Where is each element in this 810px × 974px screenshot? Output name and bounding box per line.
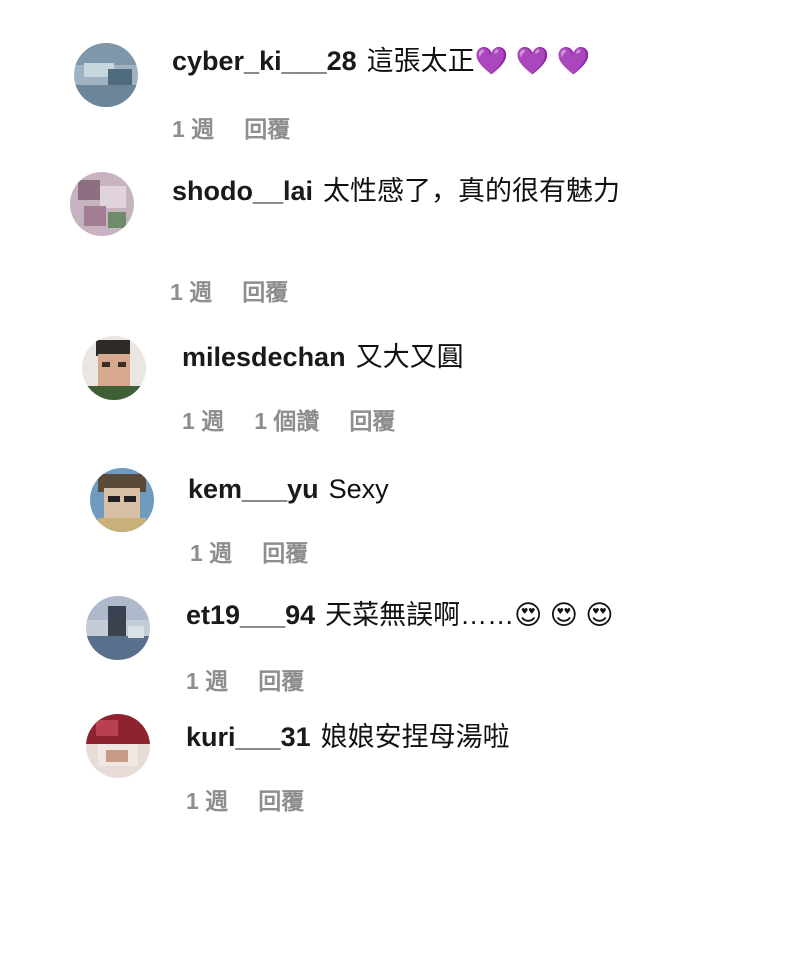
- reply-button[interactable]: 回覆: [262, 540, 308, 566]
- comment-text: 天菜無誤啊……😍 😍 😍: [325, 600, 614, 630]
- comment-meta: 1 週 1 個讚 回覆: [182, 402, 425, 436]
- comment-body: shodo__lai 太性感了，真的很有魅力: [172, 172, 622, 210]
- avatar[interactable]: [86, 596, 150, 660]
- comment-body: cyber_ki___28 這張太正💜 💜 💜: [172, 42, 632, 80]
- comment-time: 1 週: [186, 668, 229, 694]
- comment-meta: 1 週 回覆: [186, 662, 334, 696]
- comment-body: kem___yu Sexy: [188, 470, 648, 508]
- comment-username[interactable]: et19___94: [186, 600, 315, 630]
- reply-button[interactable]: 回覆: [258, 668, 304, 694]
- avatar[interactable]: [90, 468, 154, 532]
- comment-text: 娘娘安捏母湯啦: [320, 722, 510, 752]
- comment-time: 1 週: [172, 116, 215, 142]
- comment-username[interactable]: milesdechan: [182, 342, 346, 372]
- comment-username[interactable]: kuri___31: [186, 722, 311, 752]
- comment-username[interactable]: kem___yu: [188, 474, 319, 504]
- comment-meta: 1 週 回覆: [190, 534, 338, 568]
- comment-text: 這張太正💜 💜 💜: [366, 46, 591, 76]
- reply-button[interactable]: 回覆: [242, 279, 288, 305]
- comment-text: 又大又圓: [355, 342, 464, 372]
- comment-body: kuri___31 娘娘安捏母湯啦: [186, 718, 646, 756]
- comment-username[interactable]: shodo__lai: [172, 176, 313, 206]
- comment-meta: 1 週 回覆: [170, 273, 318, 307]
- comment-time: 1 週: [170, 279, 213, 305]
- comment-meta: 1 週 回覆: [172, 110, 320, 144]
- comment-time: 1 週: [182, 408, 225, 434]
- comment-time: 1 週: [186, 788, 229, 814]
- comment-username[interactable]: cyber_ki___28: [172, 46, 357, 76]
- comment-body: milesdechan 又大又圓: [182, 338, 642, 376]
- comment-meta: 1 週 回覆: [186, 782, 334, 816]
- reply-button[interactable]: 回覆: [349, 408, 395, 434]
- comment-text: 太性感了，真的很有魅力: [323, 176, 621, 206]
- comment-body: et19___94 天菜無誤啊……😍 😍 😍: [186, 596, 656, 634]
- avatar[interactable]: [74, 43, 138, 107]
- reply-button[interactable]: 回覆: [258, 788, 304, 814]
- reply-button[interactable]: 回覆: [244, 116, 290, 142]
- comment-time: 1 週: [190, 540, 233, 566]
- avatar[interactable]: [82, 336, 146, 400]
- comment-text: Sexy: [328, 474, 389, 504]
- avatar[interactable]: [70, 172, 134, 236]
- avatar[interactable]: [86, 714, 150, 778]
- like-count[interactable]: 1 個讚: [254, 408, 319, 434]
